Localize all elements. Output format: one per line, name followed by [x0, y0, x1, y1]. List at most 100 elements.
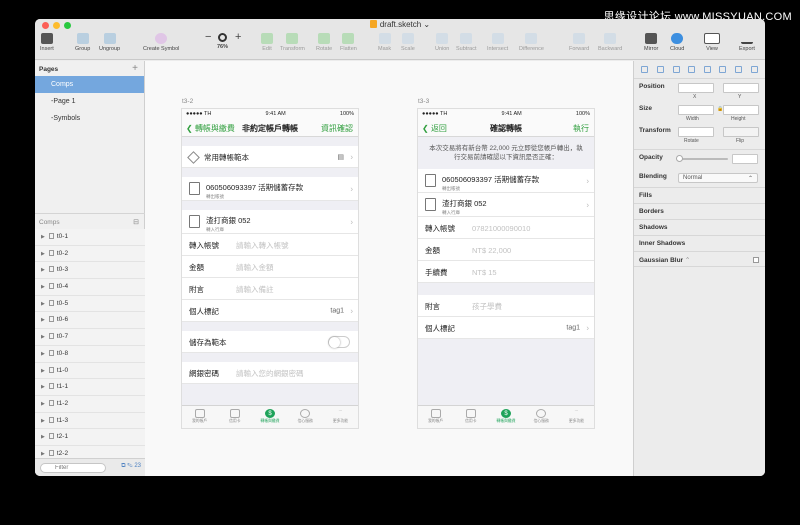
height-input[interactable] — [723, 105, 759, 115]
tab-credit-card[interactable]: 信用卡 — [217, 406, 252, 428]
align-bottom-icon[interactable] — [719, 66, 727, 73]
transform-button[interactable]: Transform — [280, 33, 305, 52]
tab-transfer[interactable]: $ 轉帳與繳費 — [488, 406, 523, 428]
nav-back-button[interactable]: ❮ 返回 — [422, 123, 447, 134]
edit-button[interactable]: Edit — [261, 33, 273, 52]
layer-item[interactable]: ▶ t0-7 — [35, 329, 145, 346]
create-symbol-button[interactable]: Create Symbol — [143, 33, 179, 52]
union-button[interactable]: Union — [435, 33, 449, 52]
cloud-button[interactable]: Cloud — [670, 33, 684, 52]
flatten-button[interactable]: Flatten — [340, 33, 357, 52]
layer-item[interactable]: ▶ t1-0 — [35, 362, 145, 380]
filter-options[interactable]: ⧉ ✎ 23 — [121, 463, 141, 470]
layer-item[interactable]: ▶ t1-1 — [35, 379, 145, 396]
x-input[interactable] — [678, 83, 714, 93]
pencil-icon[interactable]: ✎ — [127, 463, 132, 469]
ungroup-button[interactable]: Ungroup — [99, 33, 120, 52]
add-page-button[interactable]: + — [132, 63, 138, 74]
disclosure-triangle-icon[interactable]: ▶ — [41, 334, 45, 340]
blur-checkbox[interactable] — [753, 257, 759, 263]
disclosure-triangle-icon[interactable]: ▶ — [41, 384, 45, 390]
disclosure-triangle-icon[interactable]: ▶ — [41, 401, 45, 407]
filter-input[interactable] — [40, 463, 106, 473]
tab-more[interactable]: ··· 更多功能 — [323, 406, 358, 428]
layer-item[interactable]: ▶ t0-3 — [35, 262, 145, 280]
disclosure-triangle-icon[interactable]: ▶ — [41, 267, 45, 273]
backward-button[interactable]: Backward — [598, 33, 622, 52]
disclosure-triangle-icon[interactable]: ▶ — [41, 351, 45, 357]
disclosure-triangle-icon[interactable]: ▶ — [41, 234, 45, 240]
layer-item[interactable]: ▶ t0-8 — [35, 345, 145, 363]
opacity-slider-knob[interactable] — [676, 155, 683, 162]
layer-item[interactable]: ▶ t0-6 — [35, 312, 145, 330]
disclosure-triangle-icon[interactable]: ▶ — [41, 368, 45, 374]
layer-item[interactable]: ▶ t1-3 — [35, 412, 145, 430]
zoom-out-button[interactable]: − — [205, 31, 211, 43]
shadows-section[interactable]: Shadows — [634, 219, 765, 235]
page-item-symbols[interactable]: -Symbols — [35, 110, 144, 127]
opacity-input[interactable] — [732, 154, 758, 164]
align-top-icon[interactable] — [688, 66, 696, 73]
amount-field[interactable]: 金額 請輸入金額 — [182, 256, 358, 278]
tab-transfer[interactable]: $ 轉帳與繳費 — [252, 406, 287, 428]
gaussian-blur-section[interactable]: Gaussian Blur ⌃ — [634, 251, 765, 267]
tab-more[interactable]: ··· 更多功能 — [559, 406, 594, 428]
tab-accounts[interactable]: 我的帳戶 — [182, 406, 217, 428]
disclosure-triangle-icon[interactable]: ▶ — [41, 451, 45, 457]
canvas[interactable]: t3-2 ●●●●● TH 9:41 AM 100% ❮ 轉帳與繳費 非約定帳戶轉帳… — [145, 61, 633, 476]
artboard-label[interactable]: t3-2 — [182, 98, 193, 105]
save-template-toggle[interactable] — [328, 336, 350, 348]
align-center-icon[interactable] — [656, 66, 664, 73]
layer-item[interactable]: ▶ t0-1 — [35, 229, 145, 246]
align-left-icon[interactable] — [641, 66, 649, 73]
distribute-v-icon[interactable] — [750, 66, 758, 73]
source-account-row[interactable]: 060506093397 活期儲蓄存款 轉出帳號 › — [182, 177, 358, 201]
tag-row[interactable]: 個人標記 tag1 › — [182, 300, 358, 322]
tag-row[interactable]: 個人標記 tag1 › — [418, 317, 594, 339]
inner-shadows-section[interactable]: Inner Shadows — [634, 235, 765, 251]
difference-button[interactable]: Difference — [519, 33, 544, 52]
scale-button[interactable]: Scale — [401, 33, 415, 52]
bank-row[interactable]: 渣打商銀 052 轉入行庫 › — [418, 193, 594, 217]
align-middle-icon[interactable] — [703, 66, 711, 73]
mirror-button[interactable]: Mirror — [644, 33, 658, 52]
execute-button[interactable]: 執行 — [573, 123, 589, 134]
artboard-label[interactable]: t3-3 — [418, 98, 429, 105]
disclosure-triangle-icon[interactable]: ▶ — [41, 418, 45, 424]
template-row[interactable]: 常用轉帳範本 ▤ › — [182, 146, 358, 168]
account-field[interactable]: 轉入帳號 請輸入轉入帳號 — [182, 234, 358, 256]
password-field[interactable]: 網銀密碼 請輸入您的網銀密碼 — [182, 362, 358, 384]
blending-select[interactable]: Normal ⌃ — [678, 173, 758, 183]
layer-item[interactable]: ▶ t1-2 — [35, 395, 145, 413]
intersect-button[interactable]: Intersect — [487, 33, 508, 52]
tab-service[interactable]: 信心服務 — [288, 406, 323, 428]
zoom-in-button[interactable]: + — [235, 31, 241, 43]
bank-row[interactable]: 渣打商銀 052 轉入行庫 › — [182, 210, 358, 234]
layer-item[interactable]: ▶ t2-1 — [35, 429, 145, 446]
opacity-slider[interactable] — [678, 158, 728, 160]
collapse-icon[interactable]: ⊟ — [133, 218, 139, 226]
insert-button[interactable]: Insert — [40, 33, 54, 52]
forward-button[interactable]: Forward — [569, 33, 589, 52]
chevron-updown-icon[interactable]: ⌃ — [685, 257, 690, 264]
disclosure-triangle-icon[interactable]: ▶ — [41, 301, 45, 307]
layer-item[interactable]: ▶ t0-4 — [35, 279, 145, 296]
layer-item[interactable]: ▶ t0-2 — [35, 245, 145, 263]
tab-service[interactable]: 信心服務 — [524, 406, 559, 428]
width-input[interactable] — [678, 105, 714, 115]
subtract-button[interactable]: Subtract — [456, 33, 476, 52]
layer-item[interactable]: ▶ t0-5 — [35, 295, 145, 313]
rotate-button[interactable]: Rotate — [316, 33, 332, 52]
copy-icon[interactable]: ⧉ — [121, 463, 125, 469]
disclosure-triangle-icon[interactable]: ▶ — [41, 251, 45, 257]
flip-buttons[interactable] — [723, 127, 759, 137]
borders-section[interactable]: Borders — [634, 203, 765, 219]
rotate-input[interactable] — [678, 127, 714, 137]
disclosure-triangle-icon[interactable]: ▶ — [41, 284, 45, 290]
disclosure-triangle-icon[interactable]: ▶ — [41, 317, 45, 323]
view-button[interactable]: View — [704, 33, 720, 52]
nav-back-button[interactable]: ❮ 轉帳與繳費 — [186, 123, 235, 134]
page-item-comps[interactable]: Comps — [35, 76, 144, 93]
disclosure-triangle-icon[interactable]: ▶ — [41, 434, 45, 440]
page-item-page1[interactable]: -Page 1 — [35, 93, 144, 110]
